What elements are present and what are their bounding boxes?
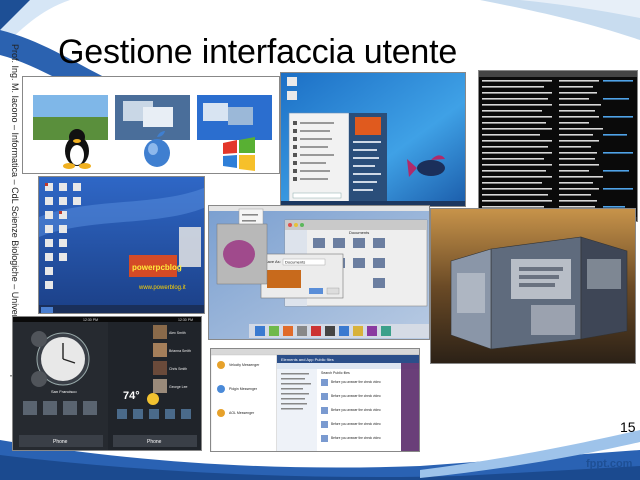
messenger-row-2: Before you answer the check video — [331, 394, 381, 398]
messenger-screenshot: Velocity Messenger Pidgin Messenger AOL … — [210, 348, 420, 452]
htc-phone-screenshot: 12:30 PM 12:30 PM San Francisco Phone Al… — [12, 316, 202, 451]
mac-dialog-label: Save As: — [265, 259, 281, 264]
page-number: 15 — [620, 419, 636, 435]
htc-phone-button-left: Phone — [53, 439, 68, 445]
messenger-item-1: Velocity Messenger — [229, 363, 260, 367]
messenger-search: Search Public files — [321, 371, 350, 375]
messenger-row-4: Before you answer the check video — [331, 422, 381, 426]
messenger-row-1: Before you answer the check video — [331, 380, 381, 384]
htc-city: San Francisco — [51, 389, 77, 394]
htc-time-left: 12:30 PM — [83, 318, 98, 322]
windows7-screenshot — [280, 72, 466, 207]
kde-desktop-screenshot: powerpcblog www.powerblog.it — [38, 176, 205, 314]
htc-contact-2: Brianna Smith — [169, 349, 191, 353]
kde-logo-text: powerpcblog — [132, 263, 182, 272]
terminal-screenshot — [478, 70, 638, 222]
desktop-cube-screenshot — [430, 208, 636, 364]
slide: Prof. Ing. M. Iacono – Informatica – CdL… — [0, 0, 640, 480]
htc-contact-3: Chris Smith — [169, 367, 187, 371]
messenger-item-2: Pidgin Messenger — [229, 387, 258, 391]
htc-phone-button-right: Phone — [147, 439, 162, 445]
slide-title: Gestione interfaccia utente — [58, 33, 458, 71]
htc-temperature: 74° — [123, 390, 140, 402]
messenger-window-title: Elements and App Public files — [281, 357, 334, 362]
htc-time-right: 12:30 PM — [178, 318, 193, 322]
htc-contact-4: George Lee — [169, 385, 188, 389]
mac-dialog-value: Documents — [285, 260, 305, 265]
os-logos-screenshot — [22, 76, 280, 174]
messenger-item-3: AOL Messenger — [229, 411, 255, 415]
kde-url-text: www.powerblog.it — [138, 285, 186, 291]
mac-folder-title: Documents — [349, 230, 369, 235]
messenger-row-5: Before you answer the check video — [331, 436, 381, 440]
htc-contact-1: Alex Smith — [169, 331, 186, 335]
macos-screenshot: Documents Save As: Documents — [208, 205, 430, 340]
messenger-row-3: Before you answer the check video — [331, 408, 381, 412]
footer-logo: fppt.com — [586, 458, 633, 470]
